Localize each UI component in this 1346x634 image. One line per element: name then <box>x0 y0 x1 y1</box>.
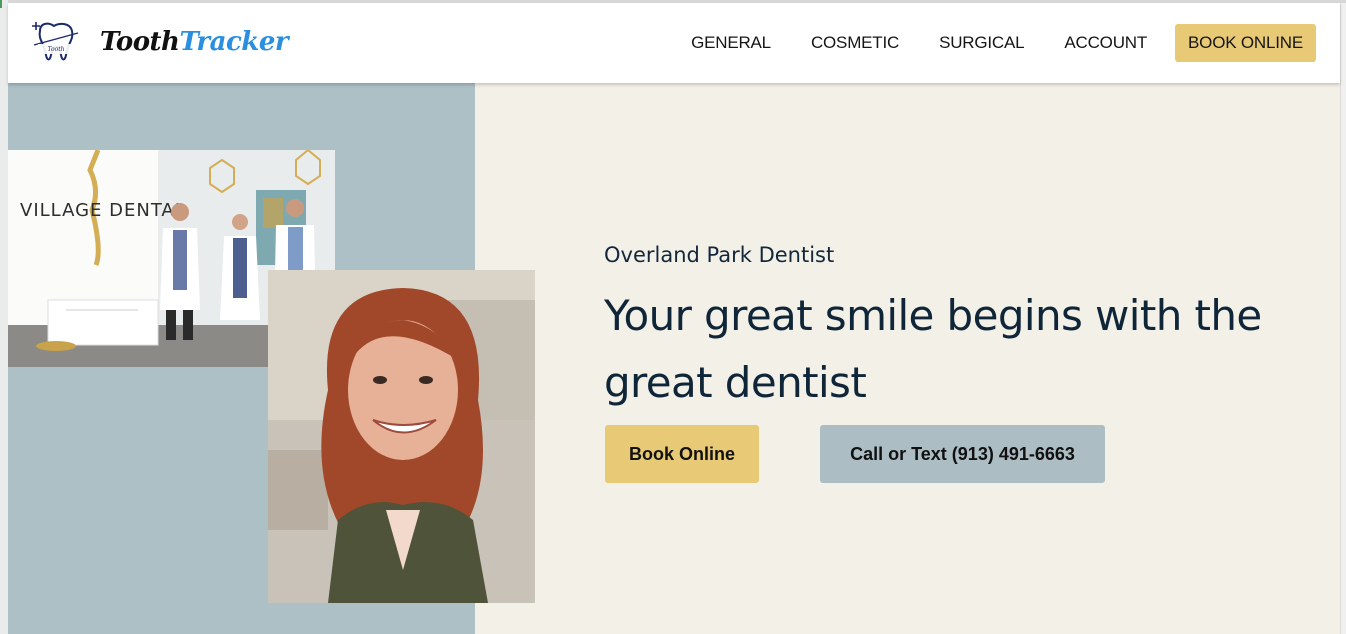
nav-item-surgical[interactable]: SURGICAL <box>939 24 1025 62</box>
nav-book-online-button[interactable]: BOOK ONLINE <box>1175 24 1316 62</box>
hero-eyebrow: Overland Park Dentist <box>604 243 835 267</box>
main-nav: GENERAL COSMETIC SURGICAL ACCOUNT BOOK O… <box>691 24 1316 62</box>
logo-text-part1: Tooth <box>100 27 180 57</box>
logo-mark-text: Tooth <box>47 46 64 53</box>
window-left-edge <box>0 0 8 634</box>
hero-title: Your great smile begins with the great d… <box>604 291 1262 407</box>
nav-item-general[interactable]: GENERAL <box>691 24 771 62</box>
book-online-button[interactable]: Book Online <box>605 425 759 483</box>
nav-item-account[interactable]: ACCOUNT <box>1064 24 1147 62</box>
scrollbar[interactable] <box>1340 3 1346 634</box>
site-header: Tooth ToothTracker GENERAL COSMETIC SURG… <box>8 3 1340 83</box>
smiling-patient-photo <box>268 270 535 603</box>
nav-item-cosmetic[interactable]: COSMETIC <box>811 24 899 62</box>
office-sign-text: VILLAGE DENTAL <box>20 200 186 221</box>
tooth-logo-icon[interactable]: Tooth <box>32 19 80 65</box>
brand-logo-text[interactable]: ToothTracker <box>100 27 289 57</box>
logo-text-part2: Tracker <box>179 27 289 57</box>
call-or-text-button[interactable]: Call or Text (913) 491-6663 <box>820 425 1105 483</box>
